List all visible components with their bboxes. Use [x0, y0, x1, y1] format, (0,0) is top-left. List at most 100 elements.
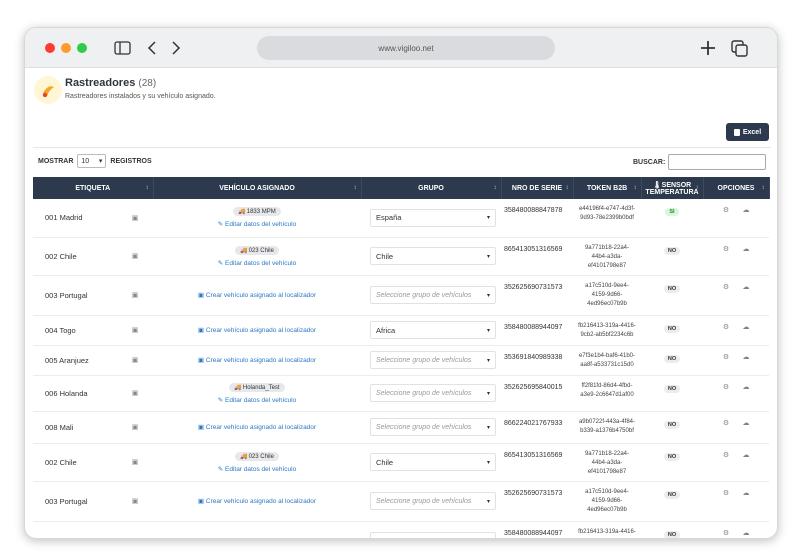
group-select[interactable]: Seleccione grupo de vehículos ▾	[370, 384, 496, 402]
sort-icon[interactable]: ↕	[146, 185, 149, 191]
cloud-icon[interactable]: ☁	[741, 490, 751, 498]
gear-icon[interactable]: ⚙	[721, 490, 731, 498]
edit-icon[interactable]: ▣	[132, 459, 139, 466]
edit-icon[interactable]: ▣	[132, 292, 139, 299]
close-window-button[interactable]	[45, 43, 55, 53]
column-label: TOKEN B2B	[586, 184, 628, 192]
gear-icon[interactable]: ⚙	[721, 384, 731, 392]
sort-icon[interactable]: ↕	[762, 185, 765, 191]
edit-icon[interactable]: ▣	[132, 538, 139, 539]
new-tab-icon[interactable]	[699, 39, 717, 57]
options-cell: ⚙ ☁	[703, 199, 769, 238]
gear-icon[interactable]: ⚙	[721, 530, 731, 538]
table-row: 004 Togo▣▣ Crear vehículo asignado al lo…	[33, 521, 769, 539]
edit-icon[interactable]: ▣	[132, 390, 139, 397]
tracker-label: 002 Chile	[45, 251, 77, 261]
create-vehicle-link[interactable]: ▣ Crear vehículo asignado al localizador	[198, 424, 316, 431]
create-vehicle-link[interactable]: ▣ Crear vehículo asignado al localizador	[198, 498, 316, 505]
column-header-serie[interactable]: NRO DE SERIE ↕	[501, 177, 574, 199]
group-select[interactable]: Seleccione grupo de vehículos ▾	[370, 351, 496, 369]
column-header-token[interactable]: TOKEN B2B ↕	[573, 177, 642, 199]
sort-icon[interactable]: ↕	[696, 185, 699, 191]
cloud-icon[interactable]: ☁	[741, 207, 751, 215]
column-label: GRUPO	[418, 184, 444, 192]
edit-label-cell: ▣	[117, 411, 153, 444]
sort-icon[interactable]: ↕	[634, 185, 637, 191]
table-row: 001 Madrid ▣ 🚚1833 MPM ✎ Editar datos del v…	[33, 199, 769, 238]
edit-vehicle-link[interactable]: ✎ Editar datos del vehículo	[156, 465, 358, 473]
cloud-icon[interactable]: ☁	[741, 246, 751, 254]
sort-icon[interactable]: ↕	[354, 185, 357, 191]
sensor-badge: NO	[663, 324, 681, 333]
serial-cell: 865413051316569	[501, 443, 573, 482]
search-input[interactable]	[668, 154, 767, 170]
search-control: BUSCAR:	[633, 154, 767, 170]
options-cell: ⚙ ☁	[703, 521, 769, 538]
token-cell: 9a771b18-22a4- 44b4-a3da-ef4101798e87	[573, 443, 641, 482]
cloud-icon[interactable]: ☁	[741, 284, 751, 292]
group-select[interactable]: Chile ▾	[370, 453, 496, 471]
token-line: 9d93-78e2399b0bdf	[580, 215, 634, 221]
gear-icon[interactable]: ⚙	[721, 246, 731, 254]
sensor-badge: NO	[663, 420, 681, 429]
column-header-opciones[interactable]: OPCIONES ↕	[703, 177, 770, 199]
create-vehicle-link[interactable]: ▣ Crear vehículo asignado al localizador	[198, 538, 316, 539]
edit-icon[interactable]: ▣	[132, 357, 139, 364]
forward-icon[interactable]	[170, 39, 182, 57]
group-select[interactable]: Seleccione grupo de vehículos ▾	[370, 492, 496, 510]
group-select[interactable]: Seleccione grupo de vehículos ▾	[370, 418, 496, 436]
edit-vehicle-link[interactable]: ✎ Editar datos del vehículo	[156, 220, 358, 228]
add-icon: ▣	[198, 538, 206, 539]
create-vehicle-link[interactable]: ▣ Crear vehículo asignado al localizador	[198, 327, 316, 334]
cloud-icon[interactable]: ☁	[741, 384, 751, 392]
edit-label-cell: ▣	[117, 481, 153, 522]
sort-icon[interactable]: ↕	[494, 185, 497, 191]
create-vehicle-link[interactable]: ▣ Crear vehículo asignado al localizador	[198, 357, 316, 364]
gear-icon[interactable]: ⚙	[721, 207, 731, 215]
excel-export-button[interactable]: Excel	[726, 123, 769, 141]
column-header-vehiculo[interactable]: VEHÍCULO ASIGNADO ↕	[153, 177, 362, 199]
edit-vehicle-link[interactable]: ✎ Editar datos del vehículo	[156, 396, 358, 404]
cloud-icon[interactable]: ☁	[741, 324, 751, 332]
sort-icon[interactable]: ↕	[566, 185, 569, 191]
gear-icon[interactable]: ⚙	[721, 452, 731, 460]
back-icon[interactable]	[146, 39, 158, 57]
group-select[interactable]: Seleccione grupo de vehículos ▾	[370, 286, 496, 304]
edit-icon[interactable]: ▣	[132, 215, 139, 222]
cloud-icon[interactable]: ☁	[741, 420, 751, 428]
edit-vehicle-label: Editar datos del vehículo	[225, 396, 297, 404]
cloud-icon[interactable]: ☁	[741, 354, 751, 362]
gear-icon[interactable]: ⚙	[721, 284, 731, 292]
sidebar-toggle-icon[interactable]	[113, 39, 131, 57]
maximize-window-button[interactable]	[77, 43, 87, 53]
group-select[interactable]: Africa ▾	[370, 532, 496, 538]
group-select[interactable]: Chile ▾	[370, 247, 496, 265]
gear-icon[interactable]: ⚙	[721, 324, 731, 332]
column-header-etiqueta[interactable]: ETIQUETA ↕	[33, 177, 154, 199]
sensor-badge: NO	[663, 452, 681, 461]
create-vehicle-link[interactable]: ▣ Crear vehículo asignado al localizador	[198, 292, 316, 299]
table-row: 006 Holanda ▣ 🚚Holanda_Test ✎ Editar datos …	[33, 375, 769, 412]
edit-icon[interactable]: ▣	[132, 424, 139, 431]
token-line: a17c510d-9ee4-	[585, 488, 629, 495]
minimize-window-button[interactable]	[61, 43, 71, 53]
table-row: 004 Togo▣▣ Crear vehículo asignado al lo…	[33, 315, 769, 346]
group-select[interactable]: Africa ▾	[370, 321, 496, 339]
token-line: a3e9-2c6647d1af00	[580, 391, 634, 398]
group-select[interactable]: España ▾	[370, 208, 496, 227]
gear-icon[interactable]: ⚙	[721, 354, 731, 362]
cloud-icon[interactable]: ☁	[741, 530, 751, 538]
page-length-select[interactable]: 10 ▾	[77, 154, 107, 168]
gear-icon[interactable]: ⚙	[721, 420, 731, 428]
edit-vehicle-link[interactable]: ✎ Editar datos del vehículo	[156, 259, 358, 267]
column-header-grupo[interactable]: GRUPO ↕	[361, 177, 502, 199]
cloud-icon[interactable]: ☁	[741, 452, 751, 460]
edit-icon[interactable]: ▣	[132, 498, 139, 505]
token-line: ef4101798e87	[587, 262, 627, 269]
address-bar[interactable]: www.vigiloo.net	[257, 36, 555, 60]
column-header-sensor[interactable]: 🌡SENSOR TEMPERATURA ↕	[641, 177, 704, 199]
edit-icon[interactable]: ▣	[132, 327, 139, 334]
tabs-overview-icon[interactable]	[730, 39, 748, 57]
group-placeholder: Seleccione grupo de vehículos	[376, 423, 472, 431]
edit-icon[interactable]: ▣	[132, 253, 139, 260]
